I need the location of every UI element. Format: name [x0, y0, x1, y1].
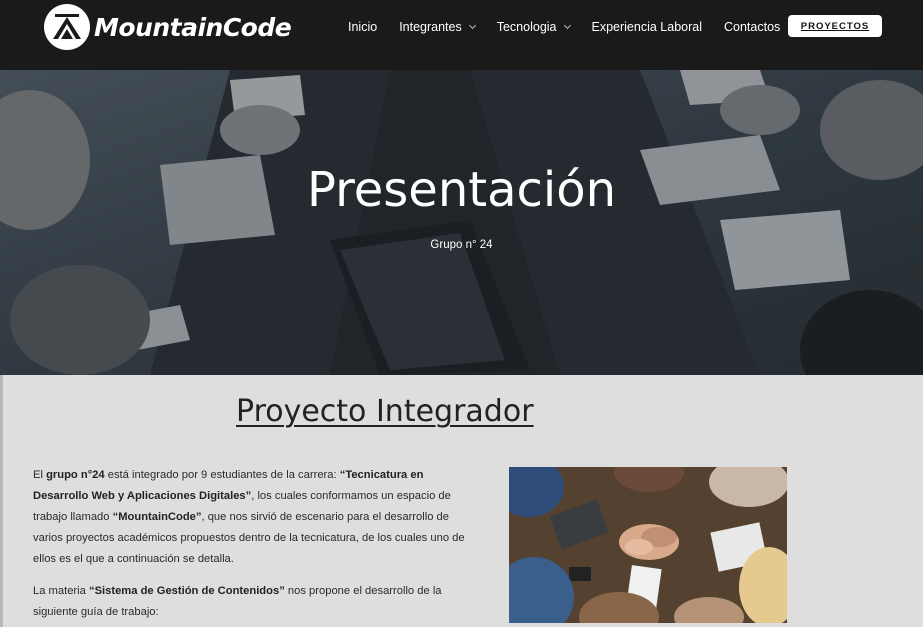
hero-title: Presentación [306, 162, 617, 218]
materia-paragraph: La materia “Sistema de Gestión de Conten… [33, 581, 473, 623]
intro-paragraph: El grupo n°24 está integrado por 9 estud… [33, 465, 473, 570]
nav-item-experiencia-laboral[interactable]: Experiencia Laboral [592, 19, 703, 35]
main-nav: Inicio Integrantes Tecnologia Experienci… [348, 19, 802, 35]
bold-run: grupo n°24 [46, 469, 105, 481]
brand-name: MountainCode [94, 12, 292, 42]
nav-item-integrantes[interactable]: Integrantes [399, 19, 476, 35]
hero-subtitle: Grupo n° 24 [430, 239, 493, 251]
bold-run: “MountainCode” [112, 511, 202, 523]
nav-item-label: Contactos [724, 20, 781, 34]
team-hands-photo [509, 467, 787, 623]
left-divider [0, 375, 3, 627]
proyectos-button[interactable]: PROYECTOS [788, 15, 882, 37]
nav-item-label: Tecnologia [496, 20, 557, 34]
nav-item-inicio[interactable]: Inicio [348, 19, 377, 35]
top-navbar: MountainCode Inicio Integrantes Tecnolog… [0, 0, 923, 70]
mountain-logo-icon [44, 4, 90, 50]
text-run: está integrado por 9 estudiantes de la c… [104, 469, 340, 481]
text-run: La materia [33, 585, 89, 597]
chevron-down-icon [468, 21, 476, 29]
bold-run: “Sistema de Gestión de Contenidos” [88, 585, 285, 597]
brand-logo[interactable]: MountainCode [44, 4, 292, 50]
hero-overlay [0, 70, 923, 375]
nav-item-label: Experiencia Laboral [591, 20, 703, 34]
nav-item-contactos[interactable]: Contactos [724, 19, 780, 35]
nav-item-label: Integrantes [399, 20, 462, 34]
nav-item-label: Inicio [348, 20, 378, 34]
section-title: Proyecto Integrador [236, 394, 534, 429]
main-content: Proyecto Integrador El grupo n°24 está i… [0, 375, 923, 627]
hero-banner: Presentación Grupo n° 24 [0, 70, 923, 375]
chevron-down-icon [563, 21, 571, 29]
nav-item-tecnologia[interactable]: Tecnologia [496, 19, 571, 35]
text-run: El [33, 469, 47, 481]
